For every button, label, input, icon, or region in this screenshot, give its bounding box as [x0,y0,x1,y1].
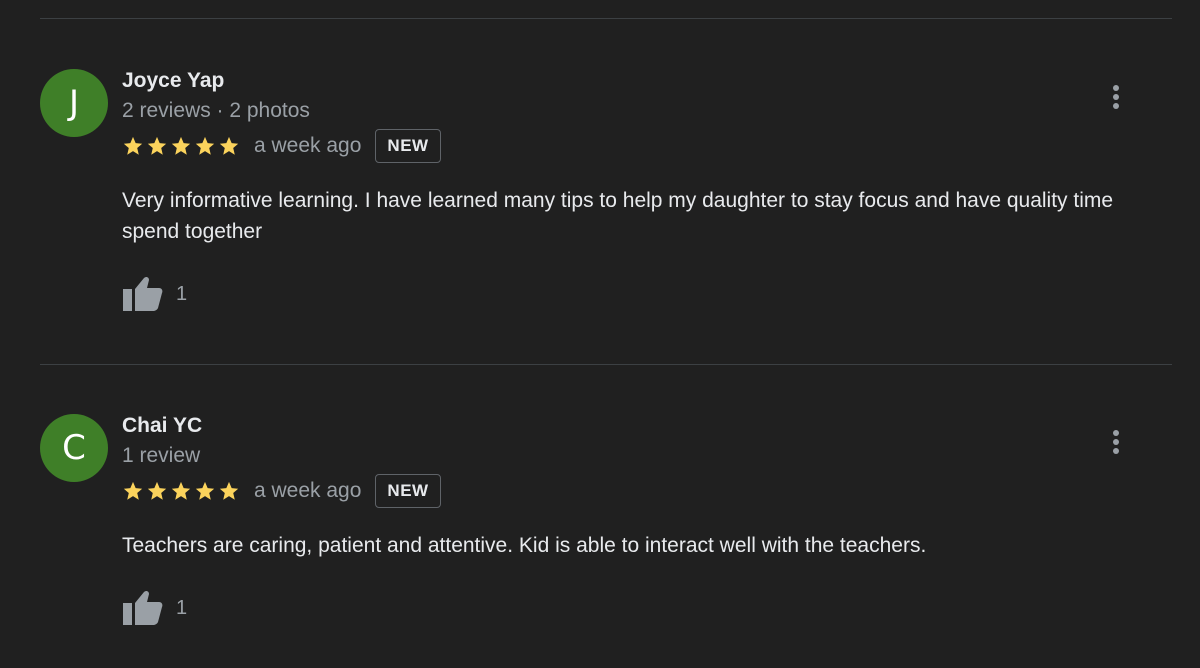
star-icon [171,136,191,155]
review-time: a week ago [254,134,362,157]
like-count: 1 [176,282,188,305]
reviews-page: J Joyce Yap 2 reviews · 2 photos a week … [0,0,1200,668]
review-text: Very informative learning. I have learne… [122,189,1114,243]
star-icon [147,481,167,500]
star-icon [195,136,215,155]
more-vert-icon [1113,430,1119,454]
like-button[interactable]: 1 [122,275,187,313]
reviewer-name[interactable]: Chai YC [122,414,202,438]
thumbs-up-icon [123,276,163,311]
new-badge: NEW [375,474,441,508]
reviewer-name[interactable]: Joyce Yap [122,69,224,93]
more-options-button[interactable] [1098,79,1134,115]
more-options-button[interactable] [1098,424,1134,460]
divider [40,364,1172,365]
star-icon [219,136,239,155]
star-icon [195,481,215,500]
star-icon [147,136,167,155]
star-icon [123,481,143,500]
star-icon [171,481,191,500]
review-text: Teachers are caring, patient and attenti… [122,534,927,557]
like-button[interactable]: 1 [122,589,187,627]
divider [40,18,1172,19]
rating-row: a week ago NEW [122,127,441,165]
like-count: 1 [176,596,188,619]
new-badge: NEW [375,129,441,163]
star-rating [122,135,240,157]
reviewer-meta: 2 reviews · 2 photos [122,99,310,122]
more-vert-icon [1113,85,1119,109]
avatar[interactable]: J [40,69,108,137]
avatar[interactable]: C [40,414,108,482]
review-time: a week ago [254,479,362,502]
star-rating [122,480,240,502]
reviewer-meta: 1 review [122,444,201,467]
star-icon [123,136,143,155]
star-icon [219,481,239,500]
thumbs-up-icon [123,590,163,625]
rating-row: a week ago NEW [122,472,441,510]
